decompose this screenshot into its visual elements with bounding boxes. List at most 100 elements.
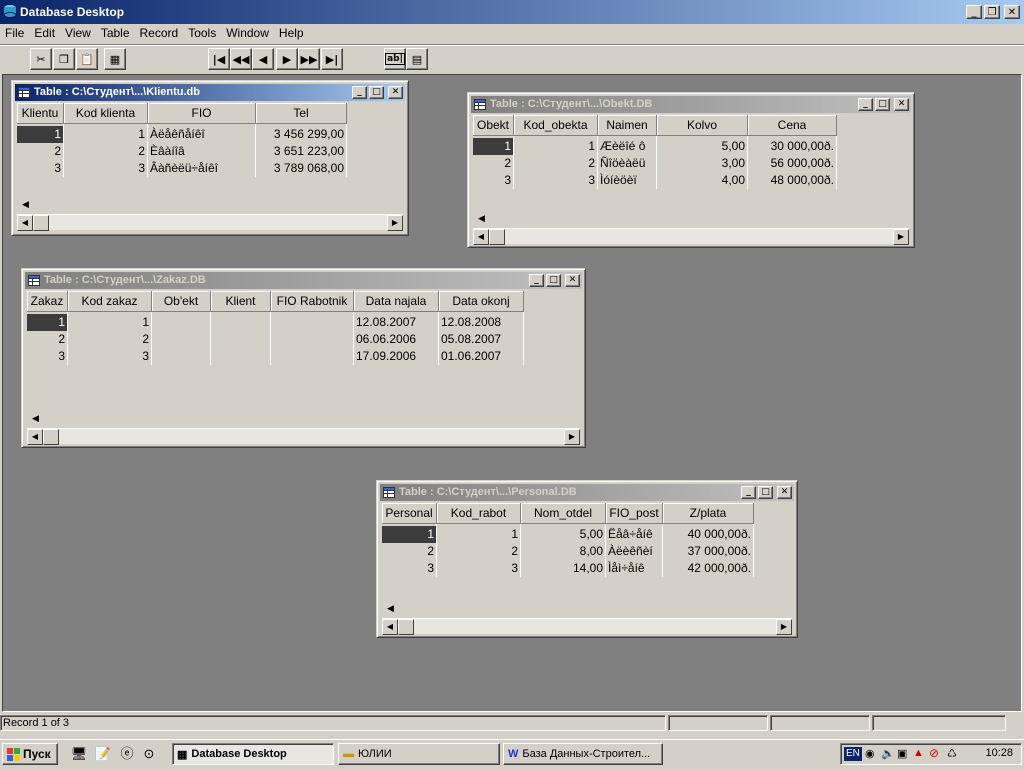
- table-cell[interactable]: 30 000,00ð.: [747, 138, 837, 155]
- paste-button[interactable]: 📋: [76, 48, 98, 70]
- table-cell[interactable]: 1: [436, 526, 521, 543]
- column-header[interactable]: Kod klienta: [63, 103, 148, 124]
- window-personal-title-bar[interactable]: Table : C:\Студент\...\Personal.DB _ □ ✕: [380, 484, 794, 501]
- maximize-button[interactable]: □: [758, 486, 773, 499]
- menu-record[interactable]: Record: [135, 24, 184, 42]
- internet-explorer-icon[interactable]: ⓔ: [118, 745, 136, 763]
- table-cell[interactable]: 2: [513, 155, 598, 172]
- menu-table[interactable]: Table: [96, 24, 135, 42]
- record-number-cell[interactable]: 1: [27, 314, 68, 331]
- table-cell[interactable]: 48 000,00ð.: [747, 172, 837, 189]
- menu-help[interactable]: Help: [274, 24, 309, 42]
- close-button[interactable]: ✕: [388, 86, 403, 99]
- table-cell[interactable]: 05.08.2007: [438, 331, 524, 348]
- table-cell[interactable]: 2: [67, 331, 152, 348]
- column-header[interactable]: Z/plata: [662, 503, 754, 524]
- next-record-button[interactable]: ▶: [276, 48, 298, 70]
- table-row[interactable]: 2 2 Ñîöèàëü 3,00 56 000,00ð.: [473, 155, 837, 172]
- table-cell[interactable]: 1: [513, 138, 598, 155]
- table-cell[interactable]: Ëåâ÷åíê: [605, 526, 663, 543]
- minimize-button[interactable]: _: [529, 274, 544, 287]
- table-row[interactable]: 1 1 5,00 Ëåâ÷åíê 40 000,00ð.: [382, 526, 754, 543]
- table-cell[interactable]: Æèëîé ô: [597, 138, 657, 155]
- table-row[interactable]: 3 3 Âàñèëü÷åíêî 3 789 068,00: [17, 160, 347, 177]
- scroll-thumb[interactable]: [398, 619, 414, 635]
- column-header[interactable]: Nom_otdel: [520, 503, 606, 524]
- scroll-left-button[interactable]: ◀: [473, 229, 489, 245]
- scroll-right-button[interactable]: ▶: [776, 619, 792, 635]
- column-header[interactable]: Data okonj: [438, 291, 524, 312]
- table-row[interactable]: 3 3 17.09.2006 01.06.2007: [27, 348, 524, 365]
- table-cell[interactable]: Ñîöèàëü: [597, 155, 657, 172]
- obekt-grid[interactable]: Obekt Kod_obekta Naimen Kolvo Cena 1 1 Æ…: [473, 115, 909, 225]
- tray-icon[interactable]: ♺: [947, 747, 957, 760]
- maximize-button[interactable]: □: [875, 98, 890, 111]
- window-obekt[interactable]: Table : C:\Студент\...\Obekt.DB _ □ ✕ Ob…: [467, 92, 915, 248]
- minimize-button[interactable]: _: [741, 486, 756, 499]
- table-cell[interactable]: 17.09.2006: [353, 348, 439, 365]
- personal-grid[interactable]: Personal Kod_rabot Nom_otdel FIO_post Z/…: [382, 503, 792, 615]
- column-header[interactable]: Zakaz: [27, 291, 68, 312]
- table-cell[interactable]: 8,00: [520, 543, 606, 560]
- column-header[interactable]: Personal: [382, 503, 437, 524]
- record-number-cell[interactable]: 3: [473, 172, 514, 189]
- record-number-cell[interactable]: 1: [17, 126, 64, 143]
- table-cell[interactable]: 06.06.2006: [353, 331, 439, 348]
- scroll-thumb[interactable]: [43, 429, 59, 445]
- table-cell[interactable]: Ìóíèöèï: [597, 172, 657, 189]
- table-cell[interactable]: 12.08.2007: [353, 314, 439, 331]
- table-cell[interactable]: 3,00: [656, 155, 748, 172]
- table-cell[interactable]: [151, 331, 211, 348]
- table-cell[interactable]: 3 651 223,00: [255, 143, 347, 160]
- column-header[interactable]: Kolvo: [656, 115, 748, 136]
- window-zakaz-title-bar[interactable]: Table : C:\Студент\...\Zakaz.DB _ □ ✕: [25, 272, 582, 289]
- table-cell[interactable]: Àëåêñåíêî: [147, 126, 256, 143]
- table-row[interactable]: 2 2 8,00 Àëèêñèí 37 000,00ð.: [382, 543, 754, 560]
- table-cell[interactable]: 3: [67, 348, 152, 365]
- menu-file[interactable]: File: [0, 24, 29, 42]
- window-klientu-title-bar[interactable]: Table : C:\Студент\...\Klientu.db _ □ ✕: [15, 84, 405, 101]
- table-cell[interactable]: 56 000,00ð.: [747, 155, 837, 172]
- table-cell[interactable]: Âàñèëü÷åíêî: [147, 160, 256, 177]
- window-klientu[interactable]: Table : C:\Студент\...\Klientu.db _ □ ✕ …: [11, 80, 409, 236]
- table-row[interactable]: 1 1 12.08.2007 12.08.2008: [27, 314, 524, 331]
- table-cell[interactable]: [210, 348, 271, 365]
- horizontal-scrollbar[interactable]: ◀ ▶: [17, 214, 403, 231]
- table-cell[interactable]: 3 789 068,00: [255, 160, 347, 177]
- horizontal-scrollbar[interactable]: ◀ ▶: [27, 428, 580, 445]
- cut-button[interactable]: ✂: [30, 48, 52, 70]
- record-number-cell[interactable]: 2: [27, 331, 68, 348]
- record-number-cell[interactable]: 2: [473, 155, 514, 172]
- table-row[interactable]: 1 1 Àëåêñåíêî 3 456 299,00: [17, 126, 347, 143]
- tray-icon[interactable]: ◉: [865, 747, 875, 760]
- last-record-button[interactable]: ▶|: [321, 48, 343, 70]
- horizontal-scrollbar[interactable]: ◀ ▶: [473, 228, 909, 245]
- first-record-button[interactable]: |◀: [208, 48, 230, 70]
- table-row[interactable]: 3 3 14,00 Ìåì÷åíê 42 000,00ð.: [382, 560, 754, 577]
- close-button[interactable]: ✕: [565, 274, 580, 287]
- scroll-right-button[interactable]: ▶: [387, 215, 403, 231]
- zakaz-grid[interactable]: Zakaz Kod zakaz Ob'ekt Klient FIO Rabotn…: [27, 291, 580, 425]
- table-cell[interactable]: Èâàíîâ: [147, 143, 256, 160]
- scroll-left-button[interactable]: ◀: [27, 429, 43, 445]
- table-cell[interactable]: 3 456 299,00: [255, 126, 347, 143]
- column-header[interactable]: FIO: [147, 103, 256, 124]
- table-cell[interactable]: 5,00: [520, 526, 606, 543]
- table-cell[interactable]: 40 000,00ð.: [662, 526, 754, 543]
- scroll-left-button[interactable]: ◀: [17, 215, 33, 231]
- klientu-grid[interactable]: Klientu Kod klienta FIO Tel 1 1 Àëåêñåíê…: [17, 103, 403, 211]
- table-cell[interactable]: 2: [436, 543, 521, 560]
- media-player-icon[interactable]: ⊙: [140, 745, 158, 763]
- column-header[interactable]: Kod_obekta: [513, 115, 598, 136]
- edit-data-button[interactable]: ab|: [384, 48, 406, 70]
- scroll-right-button[interactable]: ▶: [893, 229, 909, 245]
- table-cell[interactable]: 3: [63, 160, 148, 177]
- minimize-button[interactable]: _: [966, 5, 982, 19]
- table-cell[interactable]: [270, 314, 354, 331]
- minimize-button[interactable]: _: [858, 98, 873, 111]
- table-cell[interactable]: [151, 348, 211, 365]
- table-cell[interactable]: 5,00: [656, 138, 748, 155]
- maximize-button[interactable]: □: [546, 274, 561, 287]
- close-button[interactable]: ✕: [894, 98, 909, 111]
- language-indicator[interactable]: EN: [844, 747, 862, 761]
